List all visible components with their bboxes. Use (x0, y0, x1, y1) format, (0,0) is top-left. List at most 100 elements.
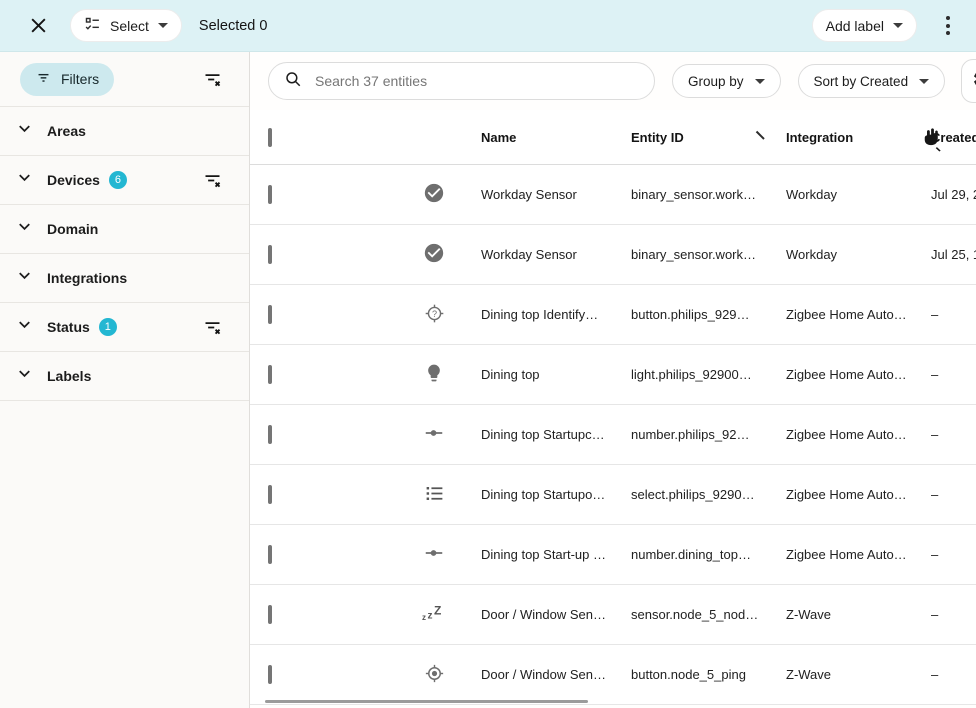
gear-icon (972, 68, 976, 95)
entity-row[interactable]: ? Dining top Identify… button.philips_92… (250, 285, 976, 345)
search-field[interactable] (268, 62, 655, 100)
entity-name: Door / Window Sen… (481, 607, 606, 622)
clear-all-filters-icon[interactable] (202, 69, 223, 90)
chevron-down-icon (15, 315, 34, 339)
identify-icon: ? (423, 302, 446, 328)
row-checkbox[interactable] (268, 665, 272, 684)
table-settings-button[interactable] (961, 59, 976, 103)
list-status-icon (84, 16, 101, 36)
clear-filter-icon[interactable] (202, 170, 223, 191)
clear-filter-icon[interactable] (202, 317, 223, 338)
filter-section-label: Devices (47, 172, 100, 188)
add-label-button-label: Add label (826, 18, 884, 34)
row-checkbox[interactable] (268, 605, 272, 624)
entity-row[interactable]: Dining top Startupo… select.philips_9290… (250, 465, 976, 525)
sidebar-item-domain[interactable]: Domain (0, 205, 249, 254)
filter-section-label: Areas (47, 123, 86, 139)
select-all-checkbox[interactable] (268, 128, 272, 147)
mouse-cursor-grab-icon (918, 124, 944, 155)
row-checkbox[interactable] (268, 485, 272, 504)
entity-name: Door / Window Sen… (481, 667, 606, 682)
filters-button[interactable]: Filters (20, 63, 114, 96)
filter-count-badge: 1 (99, 318, 117, 336)
sort-by-button[interactable]: Sort by Created (798, 64, 946, 98)
entity-row[interactable]: Dining top light.philips_92900… Zigbee H… (250, 345, 976, 405)
entity-created: – (931, 427, 938, 442)
table-toolbar: Group by Sort by Created (250, 52, 976, 110)
entity-created: Jul 29, 2 (931, 187, 976, 202)
entity-created: Jul 25, 1 (931, 247, 976, 262)
entity-id: select.philips_9290… (631, 487, 755, 502)
horizontal-scrollbar[interactable] (265, 700, 588, 703)
entity-integration: Zigbee Home Auto… (786, 487, 907, 502)
row-checkbox[interactable] (268, 305, 272, 324)
group-by-button[interactable]: Group by (672, 64, 781, 98)
overflow-menu-icon[interactable] (940, 12, 956, 39)
entity-name: Dining top (481, 367, 540, 382)
lightbulb-icon (424, 363, 444, 386)
filters-button-label: Filters (61, 71, 99, 87)
table-header-row: Name Entity ID Integration Created (250, 110, 976, 165)
entity-row[interactable]: Door / Window Sen… button.node_5_ping Z-… (250, 645, 976, 705)
entity-integration: Zigbee Home Auto… (786, 427, 907, 442)
column-header-integration[interactable]: Integration (786, 130, 853, 145)
filter-count-badge: 6 (109, 171, 127, 189)
chevron-down-icon (15, 119, 34, 143)
search-icon (284, 70, 302, 93)
filter-section-label: Status (47, 319, 90, 335)
entity-row[interactable]: Dining top Start-up … number.dining_top…… (250, 525, 976, 585)
entities-main: Group by Sort by Created Name Entity ID … (250, 52, 976, 708)
row-checkbox[interactable] (268, 425, 272, 444)
column-header-entity-id[interactable]: Entity ID (631, 130, 684, 145)
select-mode-button[interactable]: Select (70, 9, 182, 42)
add-label-button[interactable]: Add label (812, 9, 917, 42)
row-checkbox[interactable] (268, 545, 272, 564)
sidebar-item-integrations[interactable]: Integrations (0, 254, 249, 303)
sort-direction-indicator (755, 130, 767, 145)
filter-icon (35, 69, 52, 89)
entity-row[interactable]: Workday Sensor binary_sensor.work… Workd… (250, 165, 976, 225)
slider-icon (423, 422, 445, 447)
chevron-down-icon (919, 79, 929, 84)
check-circle-icon (423, 182, 445, 207)
sidebar-item-labels[interactable]: Labels (0, 352, 249, 401)
svg-text:Z: Z (434, 604, 441, 618)
chevron-down-icon (15, 168, 34, 192)
sidebar-item-areas[interactable]: Areas (0, 107, 249, 156)
row-checkbox[interactable] (268, 365, 272, 384)
selected-count: Selected 0 (199, 18, 268, 34)
sidebar-item-status[interactable]: Status 1 (0, 303, 249, 352)
sleep-icon: zzZ (421, 602, 447, 627)
entity-name: Workday Sensor (481, 247, 577, 262)
close-icon[interactable] (26, 14, 50, 38)
entity-row[interactable]: Dining top Startupc… number.philips_92… … (250, 405, 976, 465)
sidebar-item-devices[interactable]: Devices 6 (0, 156, 249, 205)
entity-id: binary_sensor.work… (631, 187, 756, 202)
entity-created: – (931, 367, 938, 382)
entity-row[interactable]: Workday Sensor binary_sensor.work… Workd… (250, 225, 976, 285)
sort-by-label: Sort by Created (814, 74, 909, 89)
filters-header: Filters (0, 52, 249, 107)
entity-name: Dining top Start-up … (481, 547, 606, 562)
entity-id: number.dining_top… (631, 547, 751, 562)
ping-icon (423, 662, 446, 688)
row-checkbox[interactable] (268, 185, 272, 204)
entity-created: – (931, 487, 938, 502)
list-icon (424, 483, 445, 507)
chevron-down-icon (15, 217, 34, 241)
row-checkbox[interactable] (268, 245, 272, 264)
entity-id: button.node_5_ping (631, 667, 746, 682)
entity-id: binary_sensor.work… (631, 247, 756, 262)
entity-name: Workday Sensor (481, 187, 577, 202)
entity-created: – (931, 667, 938, 682)
entity-id: number.philips_92… (631, 427, 750, 442)
slider-icon (423, 542, 445, 567)
entity-integration: Z-Wave (786, 607, 831, 622)
search-input[interactable] (313, 72, 639, 90)
svg-text:z: z (422, 613, 426, 622)
entity-row[interactable]: zzZ Door / Window Sen… sensor.node_5_nod… (250, 585, 976, 645)
column-header-name[interactable]: Name (481, 130, 516, 145)
filter-section-label: Integrations (47, 270, 127, 286)
entity-name: Dining top Identify… (481, 307, 598, 322)
entity-integration: Zigbee Home Auto… (786, 367, 907, 382)
